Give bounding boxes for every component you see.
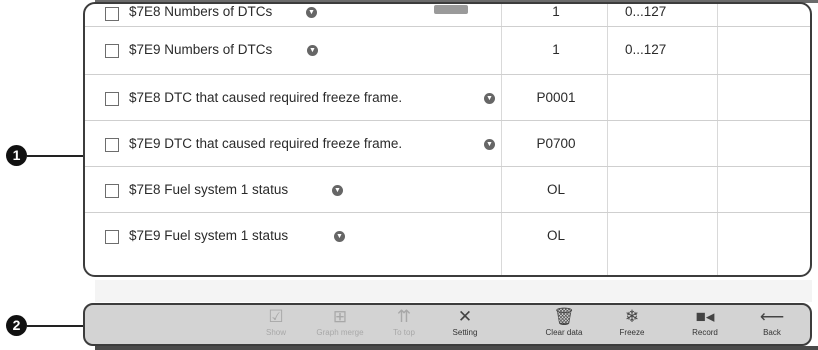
to-top-icon: ⇈ [396,307,412,326]
list-item[interactable]: $7E9 Numbers of DTCs ▼ 1 0...127 [85,27,810,75]
list-item[interactable]: $7E8 Fuel system 1 status ▼ OL [85,167,810,213]
info-icon[interactable]: ▼ [306,7,317,18]
freeze-button[interactable]: ❄ Freeze [604,307,660,337]
back-button[interactable]: ⟵ Back [744,307,800,337]
callout-leader [27,325,83,327]
row-checkbox[interactable] [105,138,119,152]
row-value: P0001 [536,90,576,105]
callout-2: 2 [6,315,27,336]
list-overflow-area [95,280,812,302]
info-icon[interactable]: ▼ [484,139,495,150]
row-checkbox[interactable] [105,44,119,58]
row-checkbox[interactable] [105,7,119,21]
setting-button[interactable]: ✕ Setting [437,307,493,337]
bottom-bar [95,346,818,350]
record-button[interactable]: ■◂ Record [677,307,733,337]
list-item[interactable]: $7E9 Fuel system 1 status ▼ OL [85,213,810,259]
tools-icon: ✕ [457,307,473,326]
trash-icon: 🗑 [553,307,575,326]
row-label: $7E9 Fuel system 1 status [129,228,289,243]
row-value: 1 [552,42,560,57]
row-value: OL [546,228,565,243]
list-item[interactable]: $7E8 DTC that caused required freeze fra… [85,75,810,121]
list-item[interactable]: $7E9 DTC that caused required freeze fra… [85,121,810,167]
row-checkbox[interactable] [105,184,119,198]
row-label: $7E8 DTC that caused required freeze fra… [129,90,403,105]
row-value: OL [546,182,565,197]
row-value: 1 [552,4,560,19]
checkbox-icon: ☑ [268,307,284,326]
info-icon[interactable]: ▼ [484,93,495,104]
video-camera-icon: ■◂ [695,307,715,326]
function-toolbar: ☑ Show ⊞ Graph merge ⇈ To top ✕ Setting … [83,303,812,346]
row-unit: 0...127 [625,4,667,19]
snowflake-icon: ❄ [624,307,640,326]
row-checkbox[interactable] [105,230,119,244]
back-arrow-icon: ⟵ [759,307,785,326]
data-stream-list: $7E8 Numbers of DTCs ▼ 1 0...127 $7E9 Nu… [83,2,812,277]
show-button[interactable]: ☑ Show [248,307,304,337]
row-value: P0700 [536,136,576,151]
row-label: $7E8 Numbers of DTCs [129,4,273,19]
graph-merge-icon: ⊞ [332,307,348,326]
info-icon[interactable]: ▼ [332,185,343,196]
row-label: $7E8 Fuel system 1 status [129,182,289,197]
to-top-button[interactable]: ⇈ To top [376,307,432,337]
clear-data-button[interactable]: 🗑 Clear data [536,307,592,337]
scroll-handle[interactable] [434,5,468,14]
row-checkbox[interactable] [105,92,119,106]
info-icon[interactable]: ▼ [307,45,318,56]
row-label: $7E9 DTC that caused required freeze fra… [129,136,403,151]
graph-merge-button[interactable]: ⊞ Graph merge [312,307,368,337]
info-icon[interactable]: ▼ [334,231,345,242]
row-label: $7E9 Numbers of DTCs [129,42,273,57]
callout-leader [27,155,83,157]
row-unit: 0...127 [625,42,667,57]
callout-1: 1 [6,145,27,166]
